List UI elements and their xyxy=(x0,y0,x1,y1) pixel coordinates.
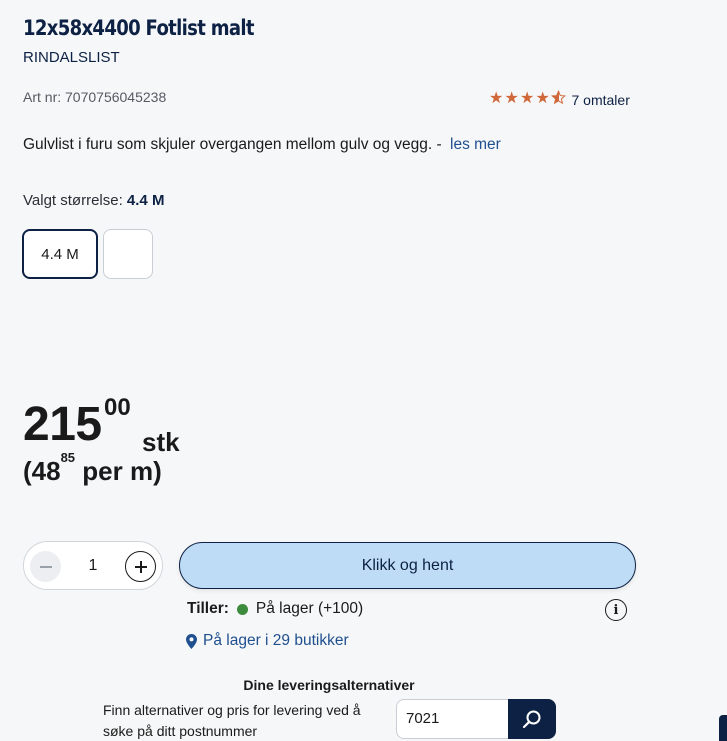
product-title: 12x58x4400 Fotlist malt xyxy=(23,16,255,40)
size-option-4-4m[interactable]: 4.4 M xyxy=(22,229,98,279)
stores-stock-text[interactable]: På lager i 29 butikker xyxy=(203,632,349,650)
click-and-collect-button[interactable]: Klikk og hent xyxy=(179,542,636,589)
quantity-input[interactable]: 1 xyxy=(69,557,117,575)
reviews-link[interactable]: 7 omtaler xyxy=(572,92,630,108)
rating[interactable]: ★ ★ ★ ★ 7 omtaler xyxy=(489,89,630,109)
per-meter-unit: per m) xyxy=(82,456,162,486)
delivery-description: Finn alternativer og pris for levering v… xyxy=(103,702,361,739)
size-label-text: Valgt størrelse: xyxy=(23,192,123,209)
info-icon[interactable]: i xyxy=(605,599,627,621)
postal-code-input[interactable]: 7021 xyxy=(396,699,510,739)
quantity-stepper: 1 xyxy=(23,541,163,590)
per-meter-decimals: 85 xyxy=(60,450,76,465)
price-per-meter: (4885 per m) xyxy=(23,450,162,487)
selected-size-label: Valgt størrelse: 4.4 M xyxy=(23,192,164,209)
price-integer: 215 xyxy=(23,398,102,451)
store-availability: Tiller: På lager (+100) xyxy=(187,600,363,618)
star-icon: ★ xyxy=(520,90,535,107)
read-more-link[interactable]: les mer xyxy=(450,136,501,153)
product-description: Gulvlist i furu som skjuler overgangen m… xyxy=(23,136,501,154)
star-icon: ★ xyxy=(504,90,519,107)
half-star-icon xyxy=(551,89,567,109)
stock-status: På lager (+100) xyxy=(255,600,364,617)
stores-stock-link[interactable]: På lager i 29 butikker xyxy=(186,632,349,650)
star-icon: ★ xyxy=(489,90,504,107)
selected-size-value: 4.4 M xyxy=(126,192,165,209)
in-stock-dot-icon xyxy=(236,603,248,615)
per-meter-integer: (48 xyxy=(23,456,61,486)
plus-icon xyxy=(134,560,147,573)
minus-icon xyxy=(39,565,52,568)
price-unit: stk xyxy=(142,427,180,457)
store-name: Tiller: xyxy=(187,600,229,617)
search-icon xyxy=(522,710,541,729)
article-number: Art nr: 7070756045238 xyxy=(23,89,167,105)
description-text: Gulvlist i furu som skjuler overgangen m… xyxy=(23,136,442,153)
price-decimals: 00 xyxy=(104,394,131,421)
delivery-title: Dine leveringsalternativer xyxy=(243,677,415,693)
location-pin-icon xyxy=(186,633,197,649)
increase-quantity-button[interactable] xyxy=(125,551,156,582)
decrease-quantity-button[interactable] xyxy=(30,551,61,582)
brand-name[interactable]: RINDALSLIST xyxy=(23,49,120,66)
postal-search-button[interactable] xyxy=(508,699,556,739)
rating-stars: ★ ★ ★ ★ xyxy=(489,89,567,109)
star-icon: ★ xyxy=(535,90,550,107)
size-option-empty[interactable] xyxy=(103,229,153,279)
side-tab[interactable] xyxy=(719,715,727,741)
